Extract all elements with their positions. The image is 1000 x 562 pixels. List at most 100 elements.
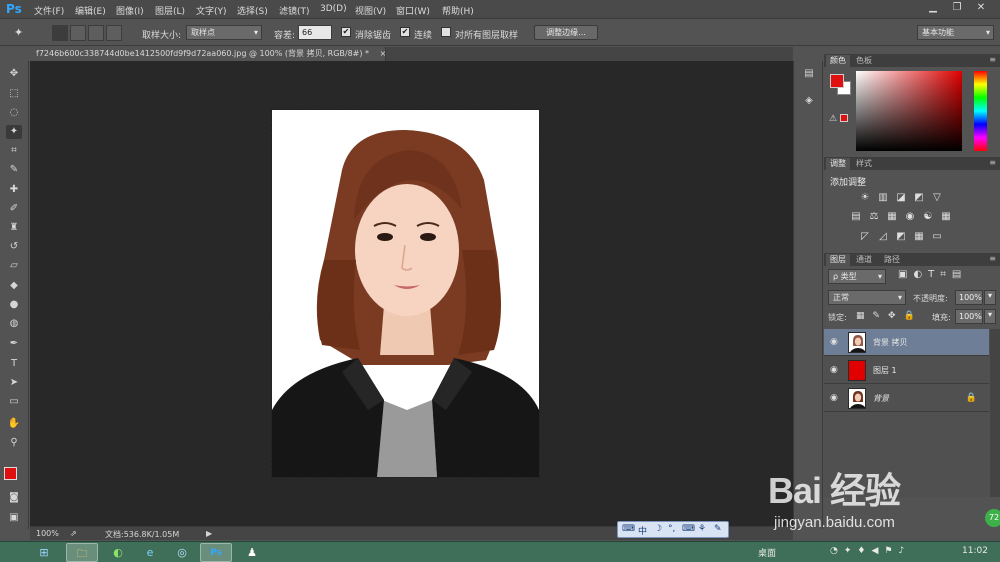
layer-row[interactable]: ◉ 背景 拷贝 xyxy=(824,329,989,356)
layer-row[interactable]: ◉ 背景 🔒 xyxy=(824,385,989,412)
sample-all-layers-checkbox[interactable] xyxy=(441,27,451,37)
opacity-dropdown-icon[interactable]: ▾ xyxy=(984,290,996,305)
opacity-input[interactable]: 100% xyxy=(955,290,983,305)
contiguous-checkbox[interactable]: ✔ xyxy=(400,27,410,37)
panel-menu-icon[interactable]: ≡ xyxy=(989,55,996,64)
color-lookup-icon[interactable]: ▦ xyxy=(940,211,952,222)
add-selection-button[interactable] xyxy=(70,25,86,41)
threshold-icon[interactable]: ◩ xyxy=(895,231,907,242)
menu-file[interactable]: 文件(F) xyxy=(34,4,64,17)
layer-row[interactable]: ◉ 图层 1 xyxy=(824,357,989,384)
menu-help[interactable]: 帮助(H) xyxy=(442,4,474,17)
sample-size-select[interactable]: 取样点 xyxy=(186,25,262,40)
menu-select[interactable]: 选择(S) xyxy=(237,4,268,17)
photo-filter-icon[interactable]: ◉ xyxy=(904,211,916,222)
ime-toolbar[interactable]: ⌨ 中 ☽ °, ⌨ ⚘ ✎ xyxy=(617,521,729,538)
menu-layer[interactable]: 图层(L) xyxy=(155,4,185,17)
exposure-icon[interactable]: ◩ xyxy=(913,192,925,203)
tab-adjustments[interactable]: 调整 xyxy=(826,158,850,170)
menu-image[interactable]: 图像(I) xyxy=(116,4,144,17)
layer-filter-icons[interactable]: ▣◐T⌗▤ xyxy=(898,269,967,280)
app-icon[interactable]: ◐ xyxy=(102,543,134,562)
tolerance-input[interactable]: 66 xyxy=(298,25,332,40)
layer-name[interactable]: 背景 xyxy=(873,393,889,404)
ime-halfwidth-icon[interactable]: ☽ xyxy=(654,524,662,534)
panel-menu-icon[interactable]: ≡ xyxy=(989,254,996,263)
crop-tool-icon[interactable]: ⌗ xyxy=(6,144,22,158)
layer-name[interactable]: 图层 1 xyxy=(873,365,897,376)
tab-styles[interactable]: 样式 xyxy=(852,158,876,170)
magic-wand-tool-icon[interactable]: ✦ xyxy=(6,125,22,139)
zoom-tool-icon[interactable]: ⚲ xyxy=(6,436,22,450)
black-white-icon[interactable]: ▦ xyxy=(886,211,898,222)
channel-mixer-icon[interactable]: ☯ xyxy=(922,211,934,222)
workspace-select[interactable]: 基本功能 xyxy=(917,25,994,40)
quick-mask-icon[interactable]: ◙ xyxy=(6,491,22,505)
new-selection-button[interactable] xyxy=(52,25,68,41)
browser-icon[interactable]: ◎ xyxy=(166,543,198,562)
clone-stamp-tool-icon[interactable]: ♜ xyxy=(6,221,22,235)
tab-channels[interactable]: 通道 xyxy=(852,254,876,266)
layer-name[interactable]: 背景 拷贝 xyxy=(873,337,908,348)
intersect-selection-button[interactable] xyxy=(106,25,122,41)
ime-tools-icon[interactable]: ✎ xyxy=(714,524,722,534)
color-balance-icon[interactable]: ⚖ xyxy=(868,211,880,222)
vibrance-icon[interactable]: ▽ xyxy=(931,192,943,203)
start-button-icon[interactable]: ⊞ xyxy=(28,543,60,562)
foreground-color[interactable] xyxy=(830,74,844,88)
curves-icon[interactable]: ◪ xyxy=(895,192,907,203)
dodge-tool-icon[interactable]: ◍ xyxy=(6,317,22,331)
document-canvas[interactable] xyxy=(271,109,540,478)
qq-icon[interactable]: ♟ xyxy=(236,543,268,562)
type-tool-icon[interactable]: T xyxy=(6,357,22,371)
move-tool-icon[interactable]: ✥ xyxy=(6,67,22,81)
invert-icon[interactable]: ◸ xyxy=(859,231,871,242)
marquee-tool-icon[interactable]: ⬚ xyxy=(6,87,22,101)
zoom-level[interactable]: 100% xyxy=(36,529,59,538)
ime-chinese-toggle[interactable]: 中 xyxy=(638,524,647,537)
tab-layers[interactable]: 图层 xyxy=(826,254,850,266)
gamut-swatch[interactable] xyxy=(840,114,848,122)
refine-edge-button[interactable]: 调整边缘... xyxy=(534,25,598,40)
visibility-eye-icon[interactable]: ◉ xyxy=(830,337,838,347)
color-picker-field[interactable] xyxy=(856,71,962,151)
system-tray-icons[interactable]: ◔✦♦◀⚑♪ xyxy=(830,546,910,556)
visibility-eye-icon[interactable]: ◉ xyxy=(830,365,838,375)
eyedropper-tool-icon[interactable]: ✎ xyxy=(6,163,22,177)
properties-panel-icon[interactable]: ◈ xyxy=(801,94,817,108)
show-desktop-label[interactable]: 桌面 xyxy=(758,546,776,559)
gradient-map-icon[interactable]: ▦ xyxy=(913,231,925,242)
minimize-button[interactable]: ▁ xyxy=(922,1,944,15)
posterize-icon[interactable]: ◿ xyxy=(877,231,889,242)
history-panel-icon[interactable]: ▤ xyxy=(801,67,817,81)
tab-swatches[interactable]: 色板 xyxy=(852,55,876,67)
paint-bucket-tool-icon[interactable]: ◆ xyxy=(6,279,22,293)
close-tab-icon[interactable]: × xyxy=(380,49,385,58)
hand-tool-icon[interactable]: ✋ xyxy=(6,417,22,431)
layers-scrollbar[interactable] xyxy=(990,329,1000,497)
export-icon[interactable]: ⇗ xyxy=(70,529,77,538)
ime-punctuation-icon[interactable]: °, xyxy=(668,524,675,534)
fill-input[interactable]: 100% xyxy=(955,309,983,324)
menu-filter[interactable]: 滤镜(T) xyxy=(279,4,310,17)
pen-tool-icon[interactable]: ✒ xyxy=(6,337,22,351)
menu-view[interactable]: 视图(V) xyxy=(355,4,386,17)
explorer-icon[interactable]: 🗀 xyxy=(66,543,98,562)
menu-edit[interactable]: 编辑(E) xyxy=(75,4,106,17)
tab-paths[interactable]: 路径 xyxy=(880,254,904,266)
selective-color-icon[interactable]: ▭ xyxy=(931,231,943,242)
foreground-color-swatch[interactable] xyxy=(4,467,17,480)
clock[interactable]: 11:02 xyxy=(962,546,988,556)
magic-wand-icon[interactable]: ✦ xyxy=(14,26,23,39)
brush-tool-icon[interactable]: ✐ xyxy=(6,202,22,216)
hue-saturation-icon[interactable]: ▤ xyxy=(850,211,862,222)
rectangle-tool-icon[interactable]: ▭ xyxy=(6,395,22,409)
tab-color[interactable]: 颜色 xyxy=(826,55,850,67)
healing-brush-tool-icon[interactable]: ✚ xyxy=(6,183,22,197)
fill-dropdown-icon[interactable]: ▾ xyxy=(984,309,996,324)
ime-skin-icon[interactable]: ⚘ xyxy=(698,524,706,534)
history-brush-tool-icon[interactable]: ↺ xyxy=(6,240,22,254)
subtract-selection-button[interactable] xyxy=(88,25,104,41)
menu-3d[interactable]: 3D(D) xyxy=(320,4,347,14)
photoshop-taskbar-icon[interactable]: Ps xyxy=(200,543,232,562)
